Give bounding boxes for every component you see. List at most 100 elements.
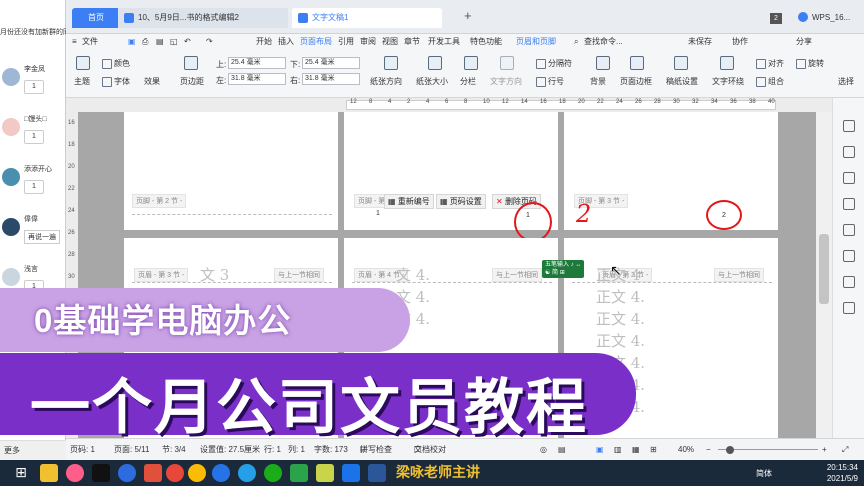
collapse-icon[interactable] xyxy=(843,146,855,158)
app-icon[interactable] xyxy=(212,464,230,482)
app-icon[interactable] xyxy=(238,464,256,482)
menu-chapter[interactable]: 章节 xyxy=(404,34,420,50)
columns-icon[interactable] xyxy=(464,56,478,70)
page-border-icon[interactable] xyxy=(630,56,644,70)
box-icon[interactable] xyxy=(843,302,855,314)
color-button[interactable]: 颜色 xyxy=(102,58,130,69)
chat-item[interactable]: 李金凤 1 xyxy=(0,62,66,106)
theme-button[interactable]: 主题 xyxy=(74,76,90,87)
zoom-in-icon[interactable]: + xyxy=(822,439,827,461)
menu-features[interactable]: 特色功能 xyxy=(470,34,502,50)
align-button[interactable]: 对齐 xyxy=(756,58,784,69)
margins-button[interactable]: 页边距 xyxy=(180,76,204,87)
right-margin-input[interactable]: 31.8 毫米 xyxy=(302,73,360,85)
command-search[interactable]: 查找命令... xyxy=(584,34,623,50)
text-direction-icon[interactable] xyxy=(500,56,514,70)
menu-review[interactable]: 审阅 xyxy=(360,34,376,50)
ime-indicator[interactable]: 简体 xyxy=(756,468,772,479)
menu-file[interactable]: 文件 xyxy=(82,34,98,50)
menu-start[interactable]: 开始 xyxy=(256,34,272,50)
menu-icon[interactable]: ≡ xyxy=(72,34,77,50)
style-icon[interactable] xyxy=(843,198,855,210)
unsaved-status[interactable]: 未保存 xyxy=(688,34,712,50)
footer-page-number[interactable]: 1 xyxy=(376,210,380,217)
background-button[interactable]: 背景 xyxy=(590,76,606,87)
search-icon[interactable]: ⌕ xyxy=(574,34,578,50)
window-count-badge[interactable]: 2 xyxy=(770,13,782,24)
top-margin-input[interactable]: 25.4 毫米 xyxy=(228,57,286,69)
account-name[interactable]: WPS_16... xyxy=(812,13,850,22)
zoom-out-icon[interactable]: − xyxy=(706,439,711,461)
effect-button[interactable]: 效果 xyxy=(144,76,160,87)
chat-item[interactable]: 添添开心 1 xyxy=(0,162,66,206)
left-margin-input[interactable]: 31.8 毫米 xyxy=(228,73,286,85)
orientation-button[interactable]: 纸张方向 xyxy=(370,76,402,87)
paper-size-button[interactable]: 纸张大小 xyxy=(416,76,448,87)
browser-icon[interactable] xyxy=(66,464,84,482)
menu-view[interactable]: 视图 xyxy=(382,34,398,50)
text-direction-button[interactable]: 文字方向 xyxy=(490,76,522,87)
tab-document[interactable]: 10、5月9日...书的格式编辑2 xyxy=(118,8,288,28)
app-icon[interactable] xyxy=(144,464,162,482)
pdf-icon[interactable]: ◱ xyxy=(170,34,178,50)
page-border-button[interactable]: 页面边框 xyxy=(620,76,652,87)
breaks-button[interactable]: 分隔符 xyxy=(536,58,572,69)
tab-document-active[interactable]: 文字文稿1 xyxy=(292,8,442,28)
wechat-icon[interactable] xyxy=(264,464,282,482)
web-view-icon[interactable]: ▥ xyxy=(614,439,622,461)
menu-header-footer[interactable]: 页眉和页脚 xyxy=(516,34,556,50)
print-icon[interactable]: ⎙ xyxy=(142,34,148,50)
settings-icon[interactable] xyxy=(843,172,855,184)
paper-size-icon[interactable] xyxy=(428,56,442,70)
windows-start-icon[interactable]: ⊞ xyxy=(12,464,30,482)
outline-view-icon[interactable]: ▦ xyxy=(632,439,640,461)
theme-icon[interactable] xyxy=(76,56,90,70)
menu-insert[interactable]: 插入 xyxy=(278,34,294,50)
page[interactable]: 页脚 - 第 3 节 - 2 2 xyxy=(564,112,778,230)
columns-button[interactable]: 分栏 xyxy=(460,76,476,87)
zoom-level[interactable]: 40% xyxy=(678,439,694,461)
app-icon[interactable] xyxy=(342,464,360,482)
rotate-button[interactable]: 旋转 xyxy=(796,58,824,69)
pen-icon[interactable] xyxy=(843,250,855,262)
chat-item[interactable]: 偉偉 再说一遍 xyxy=(0,212,66,256)
page-view-icon[interactable]: ▣ xyxy=(596,439,604,461)
page[interactable]: 页脚 - 第 2 节 - xyxy=(124,112,338,230)
word-icon[interactable] xyxy=(368,464,386,482)
file-explorer-icon[interactable] xyxy=(40,464,58,482)
line-numbers-button[interactable]: 行号 xyxy=(536,76,564,87)
app-icon[interactable] xyxy=(92,464,110,482)
margins-icon[interactable] xyxy=(184,56,198,70)
page-setting-button[interactable]: ▦ 页码设置 xyxy=(436,194,486,209)
save-icon[interactable]: ▣ xyxy=(128,34,136,50)
preview-icon[interactable]: ▤ xyxy=(156,34,164,50)
group-button[interactable]: 组合 xyxy=(756,76,784,87)
grid-icon[interactable] xyxy=(843,276,855,288)
background-icon[interactable] xyxy=(596,56,610,70)
menu-dev-tools[interactable]: 开发工具 xyxy=(428,34,460,50)
share-button[interactable]: 分享 xyxy=(796,34,812,50)
chrome-icon[interactable] xyxy=(188,464,206,482)
undo-icon[interactable]: ↶ xyxy=(184,34,191,50)
text-wrap-icon[interactable] xyxy=(720,56,734,70)
text-wrap-button[interactable]: 文字环绕 xyxy=(712,76,744,87)
font-button[interactable]: 字体 xyxy=(102,76,130,87)
read-view-icon[interactable]: ⊞ xyxy=(650,439,657,461)
orientation-icon[interactable] xyxy=(384,56,398,70)
account-avatar[interactable] xyxy=(798,12,808,22)
zoom-slider-handle[interactable] xyxy=(726,446,734,454)
scrollbar-thumb[interactable] xyxy=(819,234,829,304)
fit-icon[interactable]: ⤢ xyxy=(842,439,848,461)
clock[interactable]: 20:15:34 2021/5/9 xyxy=(827,462,858,484)
app-icon[interactable] xyxy=(316,464,334,482)
cursor-tool-icon[interactable] xyxy=(843,120,855,132)
chat-item[interactable]: □馒头□ 1 xyxy=(0,112,66,156)
tab-home[interactable]: 首页 xyxy=(72,8,120,28)
new-tab-button[interactable]: + xyxy=(464,8,472,23)
redo-icon[interactable]: ↷ xyxy=(206,34,213,50)
renumber-button[interactable]: ▦ 重新编号 xyxy=(384,194,434,209)
paper-setting-button[interactable]: 稿纸设置 xyxy=(666,76,698,87)
select-button[interactable]: 选择 xyxy=(838,76,854,87)
app-icon[interactable] xyxy=(166,464,184,482)
horizontal-ruler[interactable]: 12 8 4 2 4 6 8 10 12 14 16 18 20 22 24 26 28 30 32 34 36 38 40 xyxy=(66,98,864,112)
